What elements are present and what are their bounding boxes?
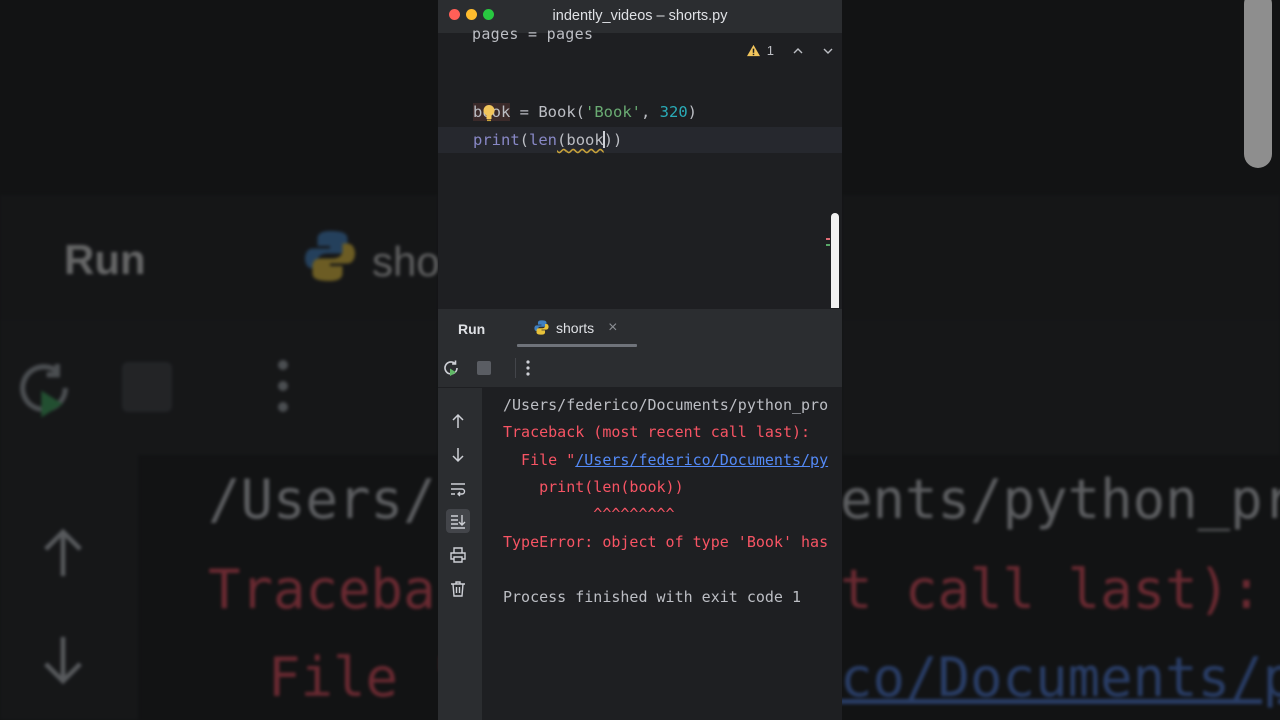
console-caret-line: ^^^^^^^^^ <box>503 505 675 523</box>
lightbulb-icon[interactable] <box>482 104 496 122</box>
bg-python-icon <box>305 231 355 281</box>
scrollbar-markers <box>826 238 830 252</box>
bg-run-label: Run <box>64 236 146 283</box>
console-exit-line: Process finished with exit code 1 <box>503 588 802 606</box>
code-editor[interactable]: pages = pages 1 book = Book('Book', 320)… <box>438 25 842 331</box>
bg-path-right: ents/python_pro <box>842 468 1280 531</box>
background-left: Run sho /Users/fe Traceba File " <box>0 0 438 720</box>
bg-up-icon <box>44 528 82 576</box>
stop-icon <box>477 361 491 375</box>
bg-tab-label: sho <box>372 238 438 285</box>
tab-shorts[interactable]: shorts × <box>533 319 617 336</box>
code-builtin: print <box>473 131 520 149</box>
code-number: 320 <box>659 103 688 121</box>
bg-more-icon <box>278 360 288 414</box>
bg-file-right: co/Documents/py <box>842 646 1280 709</box>
toolbar-separator <box>515 358 516 378</box>
clear-console-button[interactable] <box>446 577 470 601</box>
window-title: indently_videos – shorts.py <box>552 8 728 24</box>
soft-wrap-icon <box>451 483 466 497</box>
rerun-button[interactable] <box>441 358 461 378</box>
code-token: , <box>641 103 660 121</box>
warning-icon <box>746 44 760 57</box>
ide-window: indently_videos – shorts.py pages = page… <box>438 0 842 720</box>
warning-count: 1 <box>766 43 774 58</box>
scroll-down-button[interactable] <box>446 443 470 467</box>
soft-wrap-button[interactable] <box>446 477 470 501</box>
more-vertical-icon <box>526 360 530 376</box>
chevron-up-icon[interactable] <box>792 45 804 57</box>
console-file-line: File "/Users/federico/Documents/py <box>503 451 828 469</box>
bg-scrollbar <box>1244 0 1272 168</box>
code-token: ( <box>575 103 585 121</box>
run-tool-title: Run <box>458 321 486 337</box>
arrow-down-icon <box>452 448 464 463</box>
bg-traceback-right: t call last): <box>842 558 1263 621</box>
python-icon <box>534 320 549 335</box>
print-button[interactable] <box>446 543 470 567</box>
bg-stop-icon <box>122 362 172 412</box>
tab-label: shorts <box>556 319 595 336</box>
scroll-to-end-icon <box>451 515 466 529</box>
editor-gutter <box>438 33 468 308</box>
run-tool-header: Run shorts × <box>438 308 842 348</box>
run-toolbar <box>438 348 842 388</box>
console-path-line: /Users/federico/Documents/python_pro <box>503 396 829 414</box>
code-line-print[interactable]: print(len(book)) <box>473 131 622 149</box>
code-token: )) <box>603 131 623 149</box>
code-line-partial: pages = pages <box>472 25 594 43</box>
printer-icon <box>450 547 466 563</box>
code-token: ) <box>687 103 698 121</box>
code-token: = <box>510 103 539 121</box>
console-error-line: TypeError: object of type 'Book' has <box>503 533 829 551</box>
console-traceback-line: Traceback (most recent call last): <box>503 423 811 441</box>
chevron-down-icon[interactable] <box>822 45 834 57</box>
close-tab-icon[interactable]: × <box>608 319 617 336</box>
console-code-line: print(len(book)) <box>503 478 684 496</box>
inspection-widget[interactable]: 1 <box>746 43 834 58</box>
console-file-link[interactable]: /Users/federico/Documents/py <box>575 451 828 469</box>
code-string: 'Book' <box>585 103 641 121</box>
background-right: ents/python_pro t call last): co/Documen… <box>842 0 1280 720</box>
bg-traceback-left: Traceba <box>208 558 436 621</box>
run-side-toolbar <box>438 388 482 720</box>
bg-rerun-icon <box>20 364 69 418</box>
active-tab-indicator <box>517 344 637 347</box>
bg-file-left: File " <box>268 646 438 709</box>
trash-icon <box>451 581 465 597</box>
rerun-icon <box>444 360 458 377</box>
code-line-assignment[interactable]: book = Book('Book', 320) <box>473 103 697 121</box>
bg-down-icon <box>44 637 82 685</box>
bg-path-left: /Users/fe <box>208 468 438 531</box>
code-builtin: len <box>529 131 558 149</box>
console-output[interactable]: /Users/federico/Documents/python_pro Tra… <box>482 388 842 720</box>
stop-button[interactable] <box>474 358 494 378</box>
code-token: Book <box>538 103 576 121</box>
code-token: ( <box>557 131 567 149</box>
arrow-up-icon <box>452 413 464 428</box>
scroll-up-button[interactable] <box>446 409 470 433</box>
code-token: ( <box>519 131 530 149</box>
more-options-button[interactable] <box>518 358 538 378</box>
code-argument: book <box>566 131 604 149</box>
scroll-to-end-button[interactable] <box>446 509 470 533</box>
console-file-prefix: File " <box>503 451 576 469</box>
